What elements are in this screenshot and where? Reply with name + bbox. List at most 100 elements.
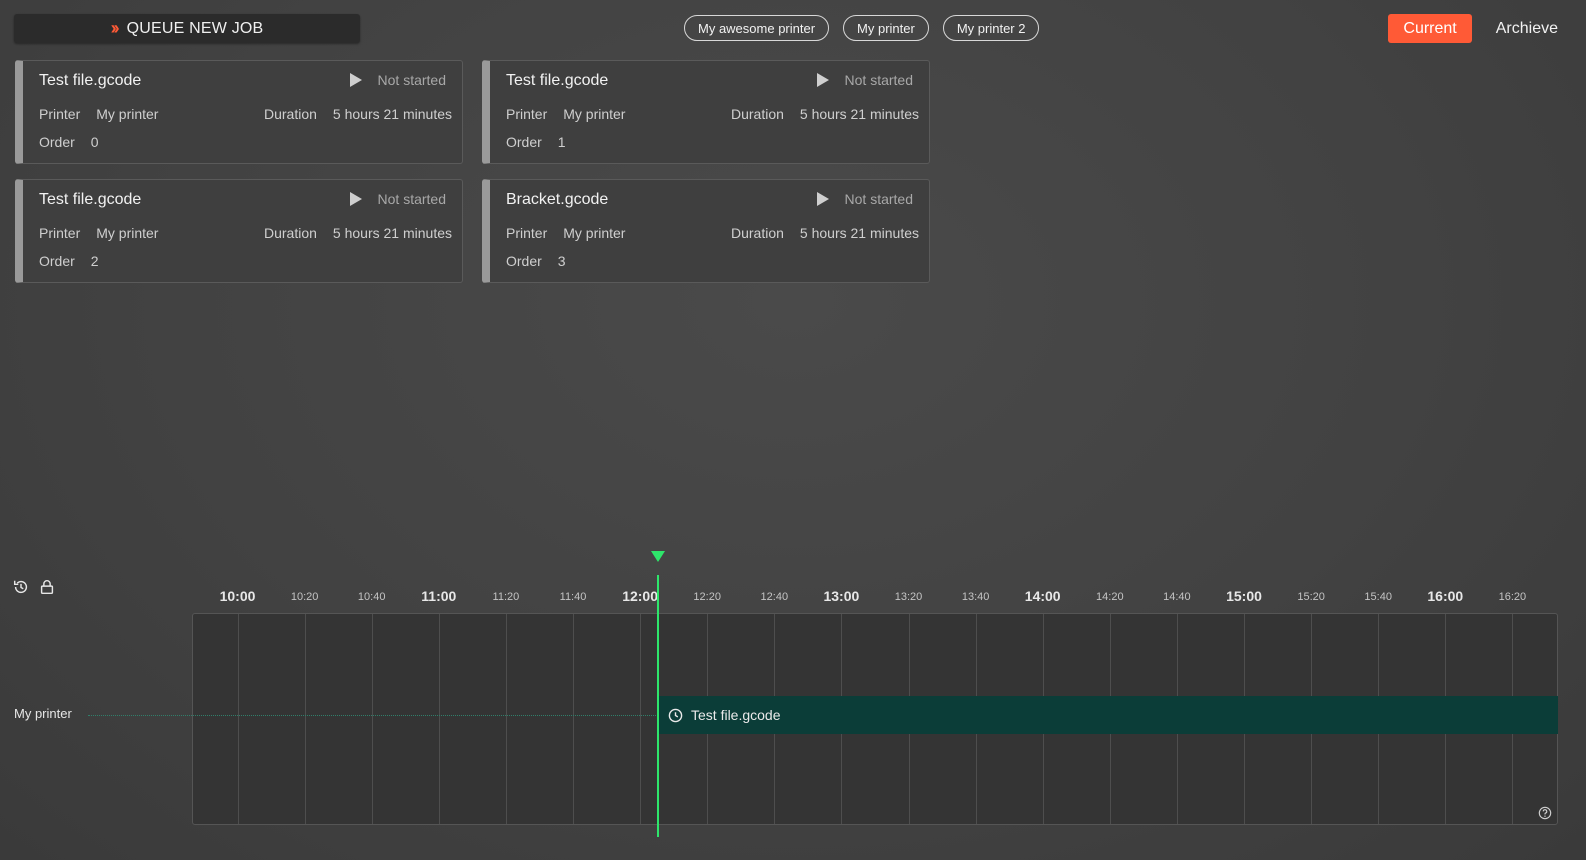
play-icon[interactable] (816, 73, 829, 87)
job-card[interactable]: Test file.gcode Not started Printer My pr… (15, 60, 463, 164)
queue-new-job-label: QUEUE NEW JOB (126, 19, 264, 37)
order-value: 0 (90, 134, 99, 150)
printer-label: Printer (506, 106, 548, 122)
timeline-tick-label: 16:00 (1427, 588, 1464, 604)
printer-tab-my-awesome-printer[interactable]: My awesome printer (684, 15, 830, 41)
duration-label: Duration (264, 225, 317, 241)
timeline-gridline (573, 614, 574, 824)
job-duration-row: Duration 5 hours 21 minutes (264, 106, 452, 122)
timeline-gridline (371, 614, 373, 824)
printer-tab-my-printer-2[interactable]: My printer 2 (942, 15, 1040, 41)
timeline-tick-label: 10:00 (219, 588, 256, 604)
view-tabs: Current Archieve (1388, 14, 1558, 43)
timeline-axis: 10:00 10:20 10:40 11:00 11:20 11:40 12:00 12:20… (192, 586, 1558, 608)
help-icon[interactable] (1538, 806, 1552, 820)
order-label: Order (506, 253, 542, 269)
printer-filter-tabs: My awesome printer My printer My printer… (684, 15, 1040, 41)
timeline-tick-label: 13:00 (823, 588, 860, 604)
printer-value: My printer (96, 106, 159, 122)
printer-label: Printer (506, 225, 548, 241)
timeline-tick-label: 14:00 (1024, 588, 1061, 604)
timeline-row-printer-label: My printer (14, 706, 72, 721)
double-chevron-right-icon: ›› (110, 18, 120, 38)
job-title: Test file.gcode (39, 72, 142, 89)
job-status-text: Not started (377, 191, 446, 207)
timeline-job-bar[interactable]: Test file.gcode (658, 696, 1558, 734)
order-value: 1 (557, 134, 566, 150)
printer-label: Printer (39, 225, 81, 241)
job-duration-row: Duration 5 hours 21 minutes (731, 106, 919, 122)
timeline-tick-label: 13:40 (961, 591, 990, 603)
job-printer-row: Printer My printer (506, 225, 625, 241)
play-icon[interactable] (349, 73, 362, 87)
order-label: Order (39, 253, 75, 269)
printer-value: My printer (563, 106, 626, 122)
timeline-tick-label: 12:20 (693, 591, 721, 603)
timeline-tick-label: 11:20 (492, 591, 520, 603)
timeline-gridline (640, 614, 642, 824)
job-order-row: Order 1 (506, 134, 566, 150)
job-status: Not started (816, 191, 913, 207)
timeline-tick-label: 12:40 (760, 591, 789, 603)
history-icon[interactable] (12, 578, 30, 596)
now-marker-icon[interactable] (651, 551, 665, 562)
timeline-controls (12, 578, 56, 596)
job-printer-row: Printer My printer (39, 106, 158, 122)
queue-new-job-button[interactable]: ›› QUEUE NEW JOB (14, 14, 360, 43)
timeline-gridline (237, 614, 239, 824)
order-label: Order (39, 134, 75, 150)
job-status-text: Not started (844, 191, 913, 207)
duration-label: Duration (731, 106, 784, 122)
job-duration-row: Duration 5 hours 21 minutes (264, 225, 452, 241)
timeline-tick-label: 12:00 (622, 588, 658, 604)
duration-value: 5 hours 21 minutes (332, 225, 452, 241)
job-order-row: Order 3 (506, 253, 566, 269)
lock-icon[interactable] (38, 578, 56, 596)
job-status: Not started (816, 72, 913, 88)
job-card[interactable]: Test file.gcode Not started Printer My pr… (15, 179, 463, 283)
timeline-tick-label: 10:40 (357, 591, 386, 603)
job-status: Not started (349, 191, 446, 207)
duration-label: Duration (264, 106, 317, 122)
duration-value: 5 hours 21 minutes (332, 106, 452, 122)
timeline-gridline (304, 614, 306, 824)
printer-label: Printer (39, 106, 81, 122)
duration-value: 5 hours 21 minutes (799, 106, 919, 122)
timeline-row-guide (88, 715, 658, 716)
timeline-tick-label: 14:40 (1163, 591, 1191, 603)
timeline-gridline (438, 614, 440, 824)
job-status-text: Not started (844, 72, 913, 88)
job-status-text: Not started (377, 72, 446, 88)
tab-archive[interactable]: Archieve (1496, 20, 1558, 38)
job-duration-row: Duration 5 hours 21 minutes (731, 225, 919, 241)
job-card[interactable]: Bracket.gcode Not started Printer My prin… (482, 179, 930, 283)
job-order-row: Order 2 (39, 253, 99, 269)
order-label: Order (506, 134, 542, 150)
job-status: Not started (349, 72, 446, 88)
tab-current[interactable]: Current (1388, 14, 1472, 43)
current-time-line (657, 575, 659, 837)
timeline-tick-label: 15:20 (1297, 591, 1325, 603)
timeline-tick-label: 15:40 (1364, 591, 1392, 603)
timeline-tick-label: 16:20 (1498, 591, 1527, 603)
duration-label: Duration (731, 225, 784, 241)
timeline-tick-label: 13:20 (894, 591, 923, 603)
timeline-gridline (505, 614, 507, 824)
clock-icon (668, 708, 683, 722)
timeline-tick-label: 10:20 (290, 591, 319, 603)
play-icon[interactable] (816, 192, 829, 206)
order-value: 2 (90, 253, 99, 269)
job-order-row: Order 0 (39, 134, 99, 150)
play-icon[interactable] (349, 192, 362, 206)
timeline-tick-label: 11:00 (421, 588, 457, 604)
job-title: Test file.gcode (506, 72, 609, 89)
job-card[interactable]: Test file.gcode Not started Printer My pr… (482, 60, 930, 164)
job-title: Test file.gcode (39, 191, 142, 208)
timeline-tick-label: 14:20 (1096, 591, 1124, 603)
job-printer-row: Printer My printer (39, 225, 158, 241)
timeline-job-label: Test file.gcode (691, 707, 781, 723)
duration-value: 5 hours 21 minutes (799, 225, 919, 241)
printer-tab-my-printer[interactable]: My printer (843, 15, 929, 41)
timeline-tick-label: 11:40 (559, 591, 587, 603)
printer-value: My printer (563, 225, 626, 241)
